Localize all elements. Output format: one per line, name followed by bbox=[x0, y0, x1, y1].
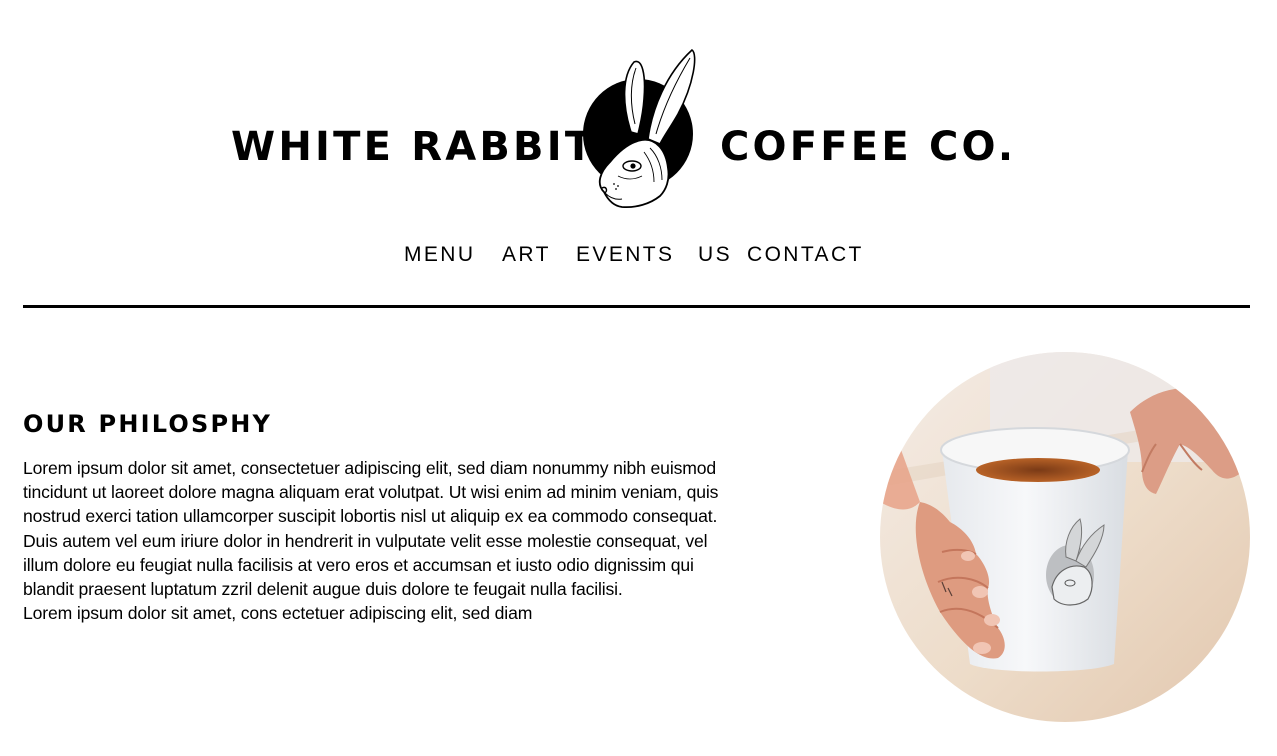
body-line: tincidunt ut laoreet dolore magna aliqua… bbox=[23, 482, 719, 503]
header-divider bbox=[23, 305, 1250, 308]
section-title: OUR PHILOSPHY bbox=[23, 410, 273, 438]
brand-name-left[interactable]: WHITE RABBIT bbox=[231, 121, 595, 173]
site-header: WHITE RABBIT COFFEE CO. MENU ART EVENTS … bbox=[0, 0, 1277, 308]
body-line: Duis autem vel eum iriure dolor in hendr… bbox=[23, 530, 708, 551]
body-line: Lorem ipsum dolor sit amet, consectetuer… bbox=[23, 458, 716, 478]
main-nav: MENU ART EVENTS US CONTACT bbox=[0, 240, 1277, 272]
body-line: Lorem ipsum dolor sit amet, cons ectetue… bbox=[23, 603, 533, 624]
coffee-cup-photo bbox=[880, 352, 1250, 722]
body-line: nostrud exerci tation ullamcorper suscip… bbox=[23, 506, 718, 527]
section-body: Lorem ipsum dolor sit amet, consectetuer… bbox=[23, 456, 753, 625]
body-line: illum dolore eu feugiat nulla facilisis … bbox=[23, 554, 694, 575]
brand-name-right[interactable]: COFFEE CO. bbox=[720, 121, 1016, 173]
nav-item-contact[interactable]: CONTACT bbox=[747, 240, 864, 270]
rabbit-head-logo-icon[interactable] bbox=[574, 44, 704, 214]
nav-item-events[interactable]: EVENTS bbox=[576, 240, 674, 270]
nav-item-art[interactable]: ART bbox=[502, 240, 551, 270]
nav-item-us[interactable]: US bbox=[698, 240, 732, 270]
body-line: blandit praesent luptatum zzril delenit … bbox=[23, 579, 623, 600]
nav-item-menu[interactable]: MENU bbox=[404, 240, 475, 270]
